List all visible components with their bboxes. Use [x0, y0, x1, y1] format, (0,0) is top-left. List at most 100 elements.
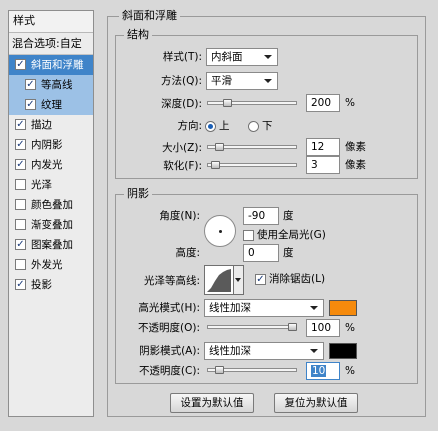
- style-item-checkbox[interactable]: ✓: [15, 279, 26, 290]
- style-item-label: 投影: [31, 279, 52, 291]
- style-item[interactable]: ✓ 斜面和浮雕: [9, 55, 93, 75]
- style-item-checkbox[interactable]: ✓: [25, 99, 36, 110]
- style-item-checkbox[interactable]: ✓: [25, 79, 36, 90]
- style-item-checkbox[interactable]: [15, 199, 26, 210]
- highlight-opacity-slider-thumb[interactable]: [288, 323, 297, 331]
- style-item-checkbox[interactable]: [15, 219, 26, 230]
- angle-wheel-pointer-icon: [219, 230, 222, 233]
- style-item[interactable]: ✓ 内阴影: [9, 135, 93, 155]
- style-item-checkbox[interactable]: ✓: [15, 59, 26, 70]
- highlight-mode-label: 高光模式(H):: [138, 302, 200, 314]
- style-item[interactable]: ✓ 描边: [9, 115, 93, 135]
- altitude-input[interactable]: 0: [243, 244, 279, 262]
- style-item-label: 纹理: [41, 99, 62, 111]
- chevron-down-icon: [264, 79, 272, 83]
- angle-input[interactable]: -90: [243, 207, 279, 225]
- style-item-label: 描边: [31, 119, 52, 131]
- angle-label: 角度(N):: [159, 210, 200, 222]
- style-item-label: 图案叠加: [31, 239, 73, 251]
- depth-input[interactable]: 200: [306, 94, 340, 112]
- soften-slider[interactable]: [207, 163, 297, 167]
- highlight-opacity-input[interactable]: 100: [306, 319, 340, 337]
- shadow-mode-value: 线性加深: [209, 345, 251, 357]
- shadow-opacity-label: 不透明度(C):: [138, 365, 200, 377]
- make-default-button[interactable]: 设置为默认值: [170, 393, 254, 413]
- structure-title: 结构: [124, 28, 152, 41]
- shadow-color-swatch[interactable]: [329, 343, 357, 359]
- size-input[interactable]: 12: [306, 138, 340, 156]
- shadow-opacity-value: 10: [311, 365, 327, 377]
- gloss-contour-picker[interactable]: [204, 265, 234, 295]
- gloss-contour-dropdown-button[interactable]: [234, 265, 244, 295]
- style-item[interactable]: 外发光: [9, 255, 93, 275]
- anti-aliased-label: 消除锯齿(L): [269, 273, 326, 285]
- style-item[interactable]: 渐变叠加: [9, 215, 93, 235]
- anti-aliased-checkbox[interactable]: ✓: [255, 274, 266, 285]
- depth-label: 深度(D):: [161, 98, 202, 110]
- style-item-label: 斜面和浮雕: [31, 59, 84, 71]
- shadow-opacity-input[interactable]: 10: [306, 362, 340, 380]
- depth-unit: %: [345, 97, 355, 109]
- soften-slider-thumb[interactable]: [211, 161, 221, 169]
- direction-label: 方向:: [177, 120, 202, 132]
- style-item[interactable]: ✓ 纹理: [9, 95, 93, 115]
- style-item-checkbox[interactable]: ✓: [15, 139, 26, 150]
- style-item-label: 等高线: [41, 79, 73, 91]
- style-item[interactable]: ✓ 投影: [9, 275, 93, 295]
- style-item-label: 颜色叠加: [31, 199, 73, 211]
- soften-label: 软化(F):: [163, 160, 202, 172]
- depth-slider-thumb[interactable]: [223, 99, 233, 107]
- style-item[interactable]: 颜色叠加: [9, 195, 93, 215]
- direction-up-label: 上: [219, 120, 230, 132]
- style-dropdown[interactable]: 内斜面: [206, 48, 278, 66]
- style-item-label: 渐变叠加: [31, 219, 73, 231]
- angle-unit: 度: [283, 210, 294, 222]
- style-item[interactable]: ✓ 等高线: [9, 75, 93, 95]
- highlight-mode-dropdown[interactable]: 线性加深: [204, 299, 324, 317]
- depth-slider[interactable]: [207, 101, 297, 105]
- reset-default-button[interactable]: 复位为默认值: [274, 393, 358, 413]
- shadow-mode-dropdown[interactable]: 线性加深: [204, 342, 324, 360]
- use-global-light-checkbox[interactable]: [243, 230, 254, 241]
- style-item-checkbox[interactable]: ✓: [15, 159, 26, 170]
- chevron-down-icon: [310, 349, 318, 353]
- style-dropdown-value: 内斜面: [211, 51, 243, 63]
- style-item[interactable]: ✓ 图案叠加: [9, 235, 93, 255]
- blending-options-item[interactable]: 混合选项:自定: [9, 33, 93, 55]
- size-unit: 像素: [345, 141, 366, 153]
- bevel-emboss-title: 斜面和浮雕: [119, 9, 180, 22]
- style-item-checkbox[interactable]: ✓: [15, 239, 26, 250]
- use-global-light-label: 使用全局光(G): [257, 229, 326, 241]
- highlight-mode-value: 线性加深: [209, 302, 251, 314]
- shadow-opacity-slider-thumb[interactable]: [215, 366, 225, 374]
- style-item[interactable]: ✓ 内发光: [9, 155, 93, 175]
- highlight-opacity-slider[interactable]: [207, 325, 297, 329]
- chevron-down-icon: [310, 306, 318, 310]
- gloss-contour-label: 光泽等高线:: [143, 275, 200, 287]
- style-item[interactable]: 光泽: [9, 175, 93, 195]
- soften-input[interactable]: 3: [306, 156, 340, 174]
- shadow-opacity-unit: %: [345, 365, 355, 377]
- style-item-checkbox[interactable]: ✓: [15, 119, 26, 130]
- size-slider-thumb[interactable]: [215, 143, 225, 151]
- highlight-opacity-unit: %: [345, 322, 355, 334]
- styles-header[interactable]: 样式: [9, 11, 93, 33]
- style-item-label: 内发光: [31, 159, 63, 171]
- style-label: 样式(T):: [162, 51, 202, 63]
- style-item-label: 光泽: [31, 179, 52, 191]
- altitude-label: 高度:: [175, 247, 200, 259]
- style-item-label: 外发光: [31, 259, 63, 271]
- highlight-opacity-label: 不透明度(O):: [138, 322, 200, 334]
- highlight-color-swatch[interactable]: [329, 300, 357, 316]
- altitude-unit: 度: [283, 247, 294, 259]
- direction-down-label: 下: [262, 120, 273, 132]
- shading-title: 阴影: [124, 187, 152, 200]
- size-label: 大小(Z):: [162, 142, 202, 154]
- direction-up-radio[interactable]: [205, 121, 216, 132]
- style-item-checkbox[interactable]: [15, 179, 26, 190]
- soften-unit: 像素: [345, 159, 366, 171]
- style-list-panel: 样式 混合选项:自定 ✓ 斜面和浮雕 ✓ 等高线 ✓ 纹理 ✓ 描边 ✓ 内阴影 ✓ 内发光 光泽 颜色叠…: [8, 10, 94, 417]
- direction-down-radio[interactable]: [248, 121, 259, 132]
- technique-dropdown[interactable]: 平滑: [206, 72, 278, 90]
- style-item-checkbox[interactable]: [15, 259, 26, 270]
